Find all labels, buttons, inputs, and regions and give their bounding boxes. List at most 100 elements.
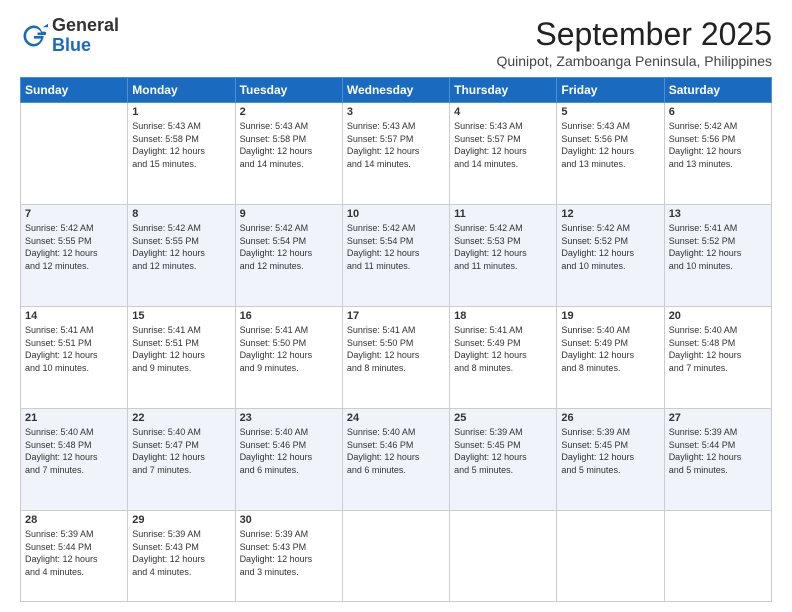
day-info: Sunrise: 5:41 AM Sunset: 5:51 PM Dayligh… xyxy=(132,324,230,374)
day-number: 3 xyxy=(347,106,445,118)
calendar-cell: 8 Sunrise: 5:42 AM Sunset: 5:55 PM Daylig… xyxy=(128,204,235,306)
day-number: 11 xyxy=(454,208,552,220)
header: General Blue September 2025 Quinipot, Za… xyxy=(20,16,772,69)
day-number: 19 xyxy=(561,310,659,322)
day-number: 15 xyxy=(132,310,230,322)
week-row-5: 28 Sunrise: 5:39 AM Sunset: 5:44 PM Dayli… xyxy=(21,510,772,601)
col-monday: Monday xyxy=(128,78,235,103)
day-info: Sunrise: 5:42 AM Sunset: 5:55 PM Dayligh… xyxy=(132,222,230,272)
calendar-cell xyxy=(342,510,449,601)
col-wednesday: Wednesday xyxy=(342,78,449,103)
calendar-cell: 15 Sunrise: 5:41 AM Sunset: 5:51 PM Dayli… xyxy=(128,306,235,408)
day-number: 28 xyxy=(25,514,123,526)
calendar-cell: 10 Sunrise: 5:42 AM Sunset: 5:54 PM Dayli… xyxy=(342,204,449,306)
week-row-2: 7 Sunrise: 5:42 AM Sunset: 5:55 PM Daylig… xyxy=(21,204,772,306)
day-number: 2 xyxy=(240,106,338,118)
day-info: Sunrise: 5:39 AM Sunset: 5:43 PM Dayligh… xyxy=(240,528,338,578)
calendar-cell: 3 Sunrise: 5:43 AM Sunset: 5:57 PM Daylig… xyxy=(342,103,449,205)
calendar-cell: 23 Sunrise: 5:40 AM Sunset: 5:46 PM Dayli… xyxy=(235,408,342,510)
calendar-cell: 2 Sunrise: 5:43 AM Sunset: 5:58 PM Daylig… xyxy=(235,103,342,205)
day-number: 20 xyxy=(669,310,767,322)
day-info: Sunrise: 5:41 AM Sunset: 5:51 PM Dayligh… xyxy=(25,324,123,374)
day-number: 13 xyxy=(669,208,767,220)
calendar-cell: 13 Sunrise: 5:41 AM Sunset: 5:52 PM Dayli… xyxy=(664,204,771,306)
calendar-cell: 1Sunrise: 5:43 AM Sunset: 5:58 PM Daylig… xyxy=(128,103,235,205)
week-row-4: 21 Sunrise: 5:40 AM Sunset: 5:48 PM Dayli… xyxy=(21,408,772,510)
calendar-cell: 28 Sunrise: 5:39 AM Sunset: 5:44 PM Dayli… xyxy=(21,510,128,601)
day-info: Sunrise: 5:39 AM Sunset: 5:44 PM Dayligh… xyxy=(25,528,123,578)
day-number: 12 xyxy=(561,208,659,220)
calendar-cell: 22Sunrise: 5:40 AM Sunset: 5:47 PM Dayli… xyxy=(128,408,235,510)
day-number: 25 xyxy=(454,412,552,424)
calendar-cell xyxy=(664,510,771,601)
day-number: 1 xyxy=(132,106,230,118)
calendar-table: Sunday Monday Tuesday Wednesday Thursday… xyxy=(20,77,772,602)
day-info: Sunrise: 5:39 AM Sunset: 5:45 PM Dayligh… xyxy=(454,426,552,476)
col-tuesday: Tuesday xyxy=(235,78,342,103)
day-number: 18 xyxy=(454,310,552,322)
day-info: Sunrise: 5:42 AM Sunset: 5:54 PM Dayligh… xyxy=(240,222,338,272)
day-number: 22 xyxy=(132,412,230,424)
day-info: Sunrise: 5:42 AM Sunset: 5:54 PM Dayligh… xyxy=(347,222,445,272)
day-info: Sunrise: 5:42 AM Sunset: 5:52 PM Dayligh… xyxy=(561,222,659,272)
col-friday: Friday xyxy=(557,78,664,103)
day-number: 17 xyxy=(347,310,445,322)
day-number: 6 xyxy=(669,106,767,118)
day-number: 23 xyxy=(240,412,338,424)
calendar-cell: 26Sunrise: 5:39 AM Sunset: 5:45 PM Dayli… xyxy=(557,408,664,510)
col-sunday: Sunday xyxy=(21,78,128,103)
page: General Blue September 2025 Quinipot, Za… xyxy=(0,0,792,612)
logo-text: General Blue xyxy=(52,16,119,56)
calendar-cell: 12 Sunrise: 5:42 AM Sunset: 5:52 PM Dayli… xyxy=(557,204,664,306)
day-number: 4 xyxy=(454,106,552,118)
calendar-cell xyxy=(557,510,664,601)
calendar-cell: 11 Sunrise: 5:42 AM Sunset: 5:53 PM Dayli… xyxy=(450,204,557,306)
day-info: Sunrise: 5:41 AM Sunset: 5:50 PM Dayligh… xyxy=(347,324,445,374)
day-number: 29 xyxy=(132,514,230,526)
calendar-cell: 25 Sunrise: 5:39 AM Sunset: 5:45 PM Dayli… xyxy=(450,408,557,510)
logo-blue-text: Blue xyxy=(52,35,91,55)
day-info: Sunrise: 5:42 AM Sunset: 5:53 PM Dayligh… xyxy=(454,222,552,272)
calendar-cell: 14 Sunrise: 5:41 AM Sunset: 5:51 PM Dayli… xyxy=(21,306,128,408)
calendar-cell: 17 Sunrise: 5:41 AM Sunset: 5:50 PM Dayli… xyxy=(342,306,449,408)
calendar-cell xyxy=(450,510,557,601)
calendar-cell: 30Sunrise: 5:39 AM Sunset: 5:43 PM Dayli… xyxy=(235,510,342,601)
day-number: 5 xyxy=(561,106,659,118)
day-info: Sunrise: 5:40 AM Sunset: 5:48 PM Dayligh… xyxy=(25,426,123,476)
day-info: Sunrise: 5:40 AM Sunset: 5:46 PM Dayligh… xyxy=(240,426,338,476)
calendar-cell: 20 Sunrise: 5:40 AM Sunset: 5:48 PM Dayli… xyxy=(664,306,771,408)
week-row-3: 14 Sunrise: 5:41 AM Sunset: 5:51 PM Dayli… xyxy=(21,306,772,408)
calendar-cell: 27 Sunrise: 5:39 AM Sunset: 5:44 PM Dayli… xyxy=(664,408,771,510)
calendar-cell: 19Sunrise: 5:40 AM Sunset: 5:49 PM Dayli… xyxy=(557,306,664,408)
calendar-header-row: Sunday Monday Tuesday Wednesday Thursday… xyxy=(21,78,772,103)
day-info: Sunrise: 5:41 AM Sunset: 5:50 PM Dayligh… xyxy=(240,324,338,374)
calendar-cell: 16 Sunrise: 5:41 AM Sunset: 5:50 PM Dayli… xyxy=(235,306,342,408)
day-info: Sunrise: 5:40 AM Sunset: 5:48 PM Dayligh… xyxy=(669,324,767,374)
day-number: 24 xyxy=(347,412,445,424)
day-info: Sunrise: 5:41 AM Sunset: 5:52 PM Dayligh… xyxy=(669,222,767,272)
calendar-cell: 5Sunrise: 5:43 AM Sunset: 5:56 PM Daylig… xyxy=(557,103,664,205)
calendar-cell: 21 Sunrise: 5:40 AM Sunset: 5:48 PM Dayli… xyxy=(21,408,128,510)
day-info: Sunrise: 5:43 AM Sunset: 5:57 PM Dayligh… xyxy=(454,120,552,170)
day-number: 9 xyxy=(240,208,338,220)
logo: General Blue xyxy=(20,16,119,56)
calendar-cell: 24 Sunrise: 5:40 AM Sunset: 5:46 PM Dayli… xyxy=(342,408,449,510)
calendar-cell: 4 Sunrise: 5:43 AM Sunset: 5:57 PM Daylig… xyxy=(450,103,557,205)
day-info: Sunrise: 5:39 AM Sunset: 5:44 PM Dayligh… xyxy=(669,426,767,476)
col-thursday: Thursday xyxy=(450,78,557,103)
day-info: Sunrise: 5:41 AM Sunset: 5:49 PM Dayligh… xyxy=(454,324,552,374)
day-number: 27 xyxy=(669,412,767,424)
day-number: 14 xyxy=(25,310,123,322)
day-info: Sunrise: 5:40 AM Sunset: 5:46 PM Dayligh… xyxy=(347,426,445,476)
calendar-cell xyxy=(21,103,128,205)
calendar-cell: 6Sunrise: 5:42 AM Sunset: 5:56 PM Daylig… xyxy=(664,103,771,205)
day-number: 8 xyxy=(132,208,230,220)
day-info: Sunrise: 5:43 AM Sunset: 5:58 PM Dayligh… xyxy=(240,120,338,170)
day-number: 10 xyxy=(347,208,445,220)
day-number: 21 xyxy=(25,412,123,424)
title-block: September 2025 Quinipot, Zamboanga Penin… xyxy=(496,16,772,69)
day-number: 16 xyxy=(240,310,338,322)
day-number: 7 xyxy=(25,208,123,220)
day-info: Sunrise: 5:43 AM Sunset: 5:57 PM Dayligh… xyxy=(347,120,445,170)
calendar-cell: 18 Sunrise: 5:41 AM Sunset: 5:49 PM Dayli… xyxy=(450,306,557,408)
